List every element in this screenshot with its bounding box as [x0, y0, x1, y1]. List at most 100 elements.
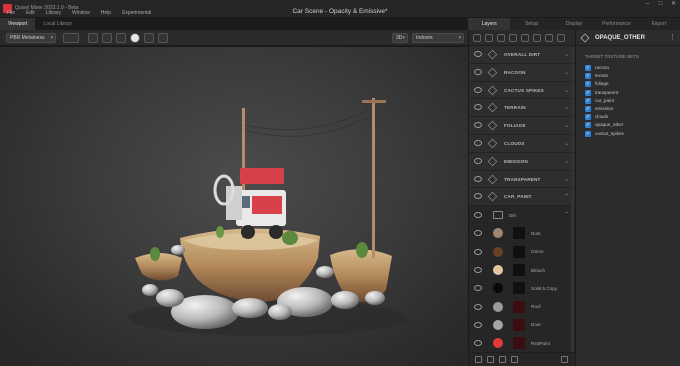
tab-layers[interactable]: Layers	[468, 18, 511, 30]
single-view-icon[interactable]	[88, 33, 98, 43]
layer-row[interactable]: TERRAIN ⌄	[469, 99, 575, 118]
eye-icon[interactable]	[474, 51, 482, 57]
layers-icon[interactable]	[557, 33, 565, 42]
eye-icon[interactable]	[474, 230, 482, 237]
layer-row[interactable]: TRANSPARENT ⌄	[469, 170, 575, 189]
folder-row[interactable]: Dirt ⌃	[469, 206, 575, 225]
eye-icon[interactable]	[474, 303, 482, 310]
view-mode-dropdown[interactable]: 3D	[392, 33, 408, 43]
layer-row[interactable]: FOLIAGE ⌄	[469, 117, 575, 135]
layer-row[interactable]: EMISSION ⌄	[469, 152, 575, 171]
tab-performance[interactable]: Performance	[595, 18, 637, 30]
environment-dropdown[interactable]: Indoors	[412, 33, 464, 43]
eye-icon[interactable]	[474, 175, 482, 182]
eye-icon[interactable]	[474, 86, 482, 93]
chevron-down-icon[interactable]: ⌄	[564, 69, 569, 76]
eye-icon[interactable]	[474, 68, 482, 75]
chevron-down-icon[interactable]: ⌄	[564, 176, 569, 183]
sub-layer-row[interactable]: Roof	[469, 297, 575, 316]
shading-mode-dropdown[interactable]: PBR Metalness	[6, 33, 56, 43]
minimize-icon[interactable]: –	[641, 0, 654, 9]
chevron-down-icon[interactable]: ⌄	[564, 104, 569, 111]
fill-layer-icon[interactable]	[485, 33, 493, 42]
layer-name: CAR_PAINT	[504, 194, 532, 200]
chevron-down-icon[interactable]: ⌄	[564, 122, 569, 129]
checkbox[interactable]: ✓	[585, 65, 591, 71]
split-view-icon[interactable]	[102, 33, 112, 43]
menu-experimental[interactable]: Experimental	[118, 9, 155, 18]
layer-row[interactable]: CAR_PAINT ⌃	[469, 188, 575, 207]
tab-setup[interactable]: Setup	[510, 18, 552, 30]
chevron-down-icon[interactable]: ⌄	[564, 140, 569, 147]
sub-layer-row[interactable]: Dust	[469, 224, 575, 243]
layer-row[interactable]: RACOON ⌄	[469, 63, 575, 82]
add-layer-icon[interactable]	[473, 33, 481, 42]
eye-icon[interactable]	[474, 267, 482, 274]
maximize-icon[interactable]: □	[654, 0, 667, 9]
more-options-icon[interactable]: ⋮	[669, 33, 676, 41]
menu-file[interactable]: File	[3, 9, 19, 18]
checkbox[interactable]: ✓	[585, 114, 591, 121]
checkbox[interactable]: ✓	[585, 122, 591, 129]
checkbox[interactable]: ✓	[585, 105, 591, 112]
sub-layer-row[interactable]: Solid 5 Copy	[469, 279, 575, 298]
menu-edit[interactable]: Edit	[22, 9, 39, 18]
checkbox[interactable]: ✓	[585, 89, 591, 96]
eye-icon[interactable]	[474, 104, 482, 111]
duplicate-icon[interactable]	[487, 356, 494, 363]
sub-layer-name: Bleach	[531, 267, 546, 273]
sub-layer-row[interactable]: RedPaint	[469, 334, 575, 353]
new-layer-icon[interactable]	[475, 356, 482, 363]
sub-layer-row[interactable]: Door	[469, 315, 575, 335]
layer-row[interactable]: CLOUDS ⌄	[469, 134, 575, 153]
window-controls: – □ ✕	[641, 0, 680, 9]
chevron-up-icon[interactable]: ⌃	[564, 193, 569, 200]
quad-view-icon[interactable]	[116, 33, 126, 43]
checkbox[interactable]: ✓	[585, 97, 591, 104]
tab-export[interactable]: Export	[638, 18, 680, 30]
layers-scrollbar[interactable]	[571, 47, 574, 352]
eye-icon[interactable]	[474, 157, 482, 164]
viewport-3d[interactable]	[0, 47, 468, 366]
camera-icon[interactable]	[63, 33, 79, 43]
chevron-down-icon[interactable]: ⌄	[564, 51, 569, 58]
sphere-icon[interactable]	[130, 33, 140, 43]
layer-name: OVERALL DIRT	[504, 52, 541, 57]
tab-local-library[interactable]: Local Library	[35, 18, 80, 30]
tab-viewport[interactable]: Viewport	[0, 18, 36, 30]
group-icon[interactable]	[499, 356, 506, 363]
eye-icon[interactable]	[474, 193, 482, 200]
eye-icon[interactable]	[474, 340, 482, 347]
checkbox[interactable]: ✓	[585, 81, 591, 88]
layer-row[interactable]: OVERALL DIRT ⌄	[469, 46, 575, 64]
adjust-icon[interactable]	[509, 33, 517, 42]
chevron-up-icon[interactable]: ⌃	[564, 211, 569, 218]
trash-icon[interactable]	[561, 356, 568, 363]
cloud-icon[interactable]	[158, 33, 168, 43]
eye-icon[interactable]	[474, 285, 482, 292]
tab-display[interactable]: Display	[553, 18, 595, 30]
eye-icon[interactable]	[474, 139, 482, 146]
mask-icon[interactable]	[521, 33, 529, 42]
stack-icon[interactable]	[533, 33, 541, 42]
eye-icon[interactable]	[474, 321, 482, 328]
checkbox[interactable]: ✓	[585, 73, 591, 80]
layer-stack-icon	[487, 174, 498, 184]
folder-add-icon[interactable]	[511, 356, 518, 363]
eye-icon[interactable]	[474, 248, 482, 255]
chevron-down-icon[interactable]: ⌄	[564, 87, 569, 94]
grid-view-icon[interactable]	[144, 33, 154, 43]
paint-layer-icon[interactable]	[497, 33, 505, 42]
checkbox[interactable]: ✓	[585, 130, 591, 137]
menu-window[interactable]: Window	[68, 9, 94, 18]
close-icon[interactable]: ✕	[667, 0, 680, 9]
eye-icon[interactable]	[474, 212, 482, 219]
brush-icon[interactable]	[545, 33, 553, 42]
eye-icon[interactable]	[474, 122, 482, 129]
sub-layer-row[interactable]: Bleach	[469, 261, 575, 280]
menu-help[interactable]: Help	[97, 9, 115, 18]
layer-row[interactable]: CACTUS SPIKES ⌄	[469, 81, 575, 100]
menu-library[interactable]: Library	[42, 9, 65, 18]
sub-layer-row[interactable]: Grime	[469, 242, 575, 262]
chevron-down-icon[interactable]: ⌄	[564, 158, 569, 165]
